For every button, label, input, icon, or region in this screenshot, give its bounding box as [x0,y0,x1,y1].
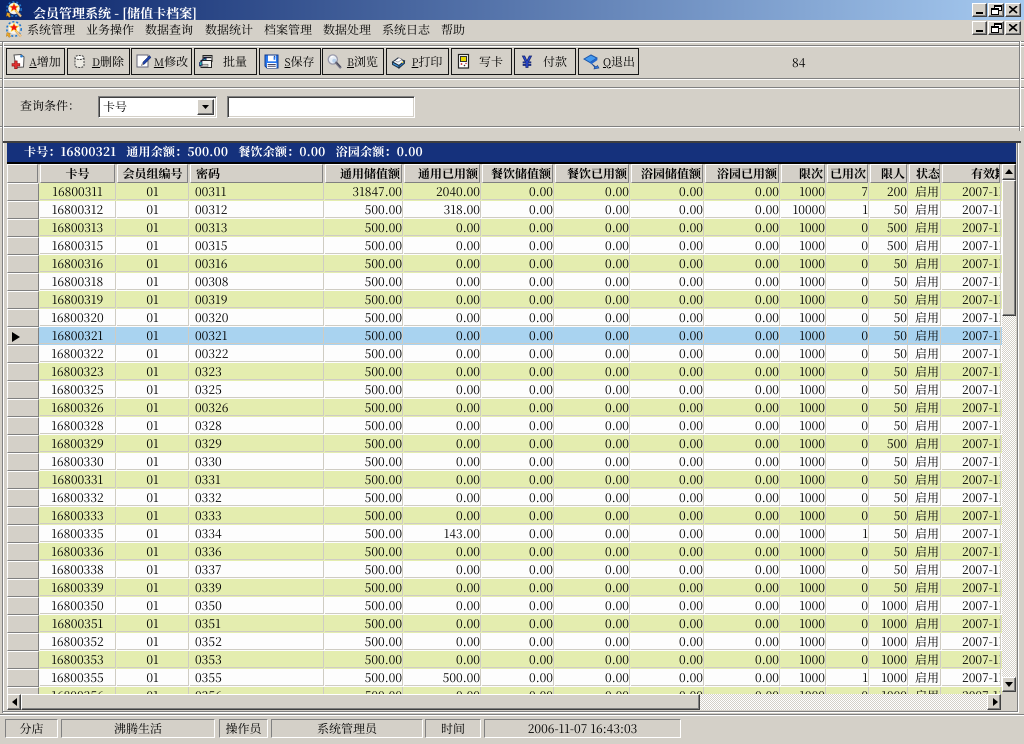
svg-text:¥: ¥ [522,53,532,70]
